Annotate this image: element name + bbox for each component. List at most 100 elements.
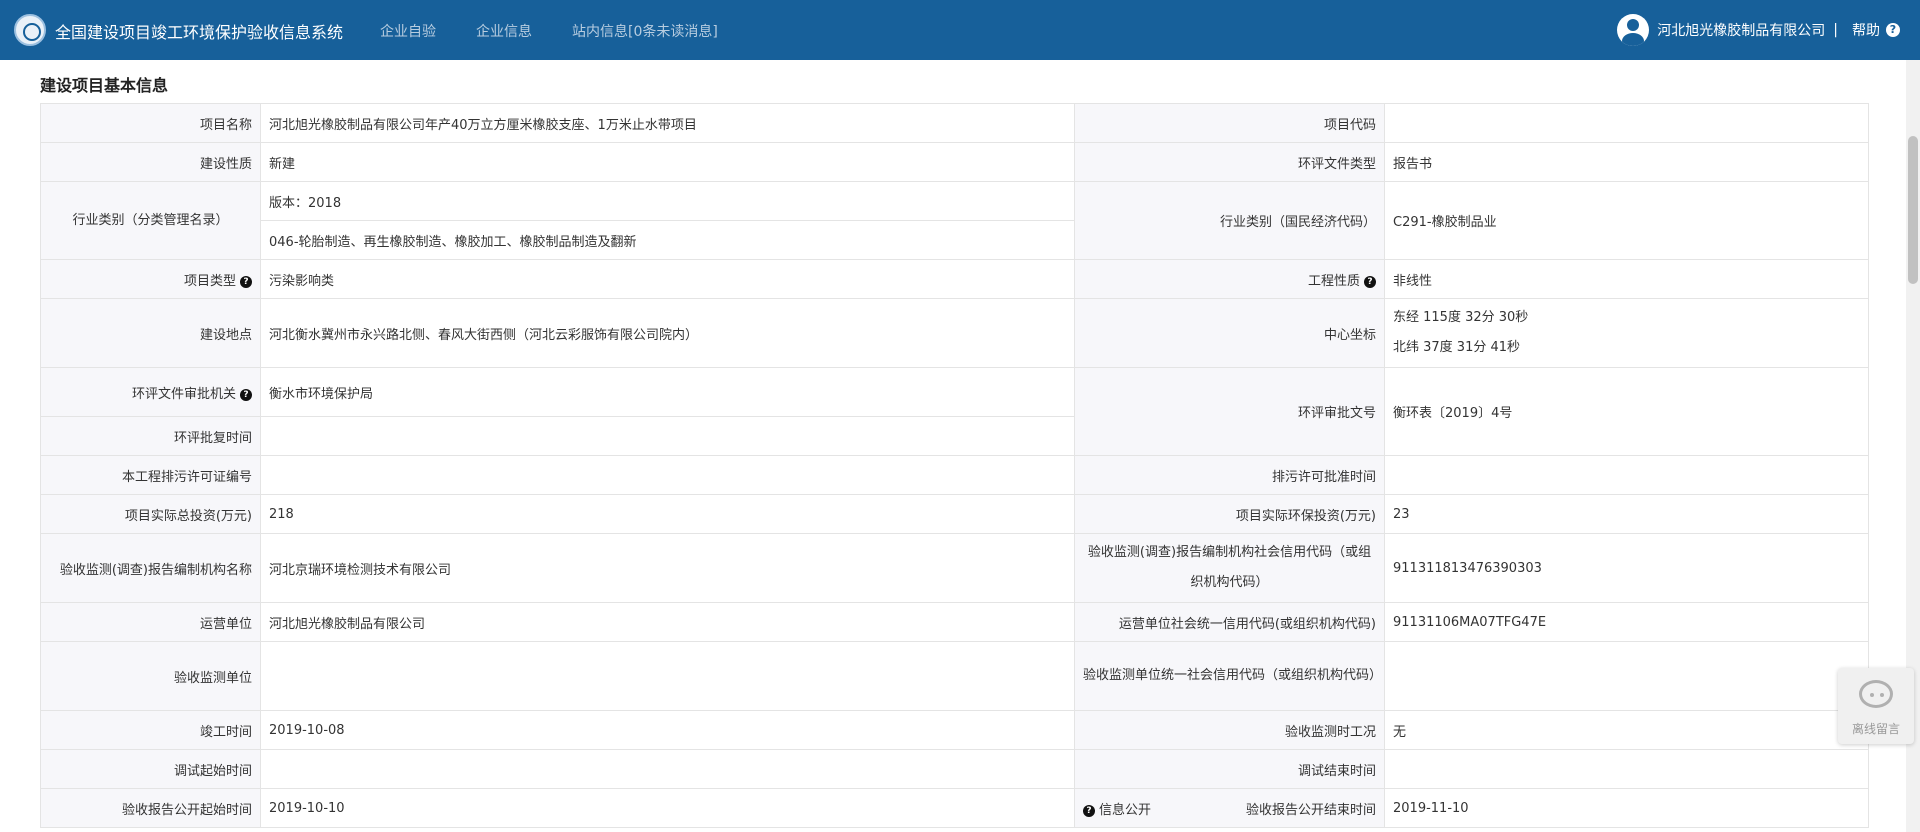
avatar-icon[interactable]: [1617, 14, 1650, 46]
label-operator-code: 运营单位社会统一信用代码(或组织机构代码): [1074, 602, 1385, 642]
value-industry-mgmt: 046-轮胎制造、再生橡胶制造、橡胶加工、橡胶制品制造及翻新: [260, 220, 1075, 260]
project-info-table: 项目名称 河北旭光橡胶制品有限公司年产40万立方厘米橡胶支座、1万米止水带项目 …: [40, 103, 1869, 828]
table-row: 环评文件审批机关? 衡水市环境保护局 环评审批文号 衡环表〔2019〕4号: [40, 367, 1869, 456]
value-center-coord: 东经 115度 32分 30秒 北纬 37度 31分 41秒: [1384, 298, 1869, 368]
help-icon[interactable]: ?: [240, 275, 252, 288]
label-total-invest: 项目实际总投资(万元): [40, 494, 261, 534]
table-row: 项目名称 河北旭光橡胶制品有限公司年产40万立方厘米橡胶支座、1万米止水带项目 …: [40, 103, 1869, 143]
value-construction-nature: 新建: [260, 142, 1075, 182]
label-publish-start: 验收报告公开起始时间: [40, 788, 261, 828]
value-completion-time: 2019-10-08: [260, 710, 1075, 750]
value-debug-start: [260, 749, 1075, 789]
value-latitude: 北纬 37度 31分 41秒: [1393, 340, 1521, 355]
table-row: 竣工时间 2019-10-08 验收监测时工况 无: [40, 710, 1869, 750]
label-monitor-condition: 验收监测时工况: [1074, 710, 1385, 750]
nav-enterprise-self-check[interactable]: 企业自验: [380, 21, 436, 41]
value-eia-approval-org: 衡水市环境保护局: [260, 367, 1075, 417]
value-eia-approval-no: 衡环表〔2019〕4号: [1384, 367, 1869, 456]
offline-message-button[interactable]: 离线留言: [1838, 668, 1914, 744]
value-debug-end: [1384, 749, 1869, 789]
label-completion-time: 竣工时间: [40, 710, 261, 750]
label-env-invest: 项目实际环保投资(万元): [1074, 494, 1385, 534]
value-env-invest: 23: [1384, 494, 1869, 534]
label-eia-doc-type: 环评文件类型: [1074, 142, 1385, 182]
table-row: 本工程排污许可证编号 排污许可批准时间: [40, 455, 1869, 495]
label-engineering-nature: 工程性质: [1307, 273, 1360, 289]
label-debug-end: 调试结束时间: [1074, 749, 1385, 789]
header-separator: |: [1833, 22, 1838, 38]
table-row: 调试起始时间 调试结束时间: [40, 749, 1869, 789]
scrollbar-thumb[interactable]: [1908, 136, 1918, 284]
value-publish-start: 2019-10-10: [260, 788, 1075, 828]
value-industry-econ: C291-橡胶制品业: [1384, 181, 1869, 260]
label-info-public: 信息公开: [1099, 802, 1152, 818]
help-icon[interactable]: ?: [1364, 275, 1376, 288]
value-publish-end: 2019-11-10: [1384, 788, 1869, 828]
table-row: 验收监测(调查)报告编制机构名称 河北京瑞环境检测技术有限公司 验收监测(调查)…: [40, 533, 1869, 603]
table-row: 行业类别（分类管理名录） 版本：2018 行业类别（国民经济代码） C291-橡…: [40, 181, 1869, 260]
table-row: 运营单位 河北旭光橡胶制品有限公司 运营单位社会统一信用代码(或组织机构代码) …: [40, 602, 1869, 642]
label-project-type: 项目类型: [183, 273, 236, 289]
label-monitor-org: 验收监测单位: [40, 641, 261, 711]
value-monitor-org-code: [1384, 641, 1869, 711]
nav-site-messages[interactable]: 站内信息[0条未读消息]: [572, 21, 718, 41]
offline-message-label: 离线留言: [1851, 722, 1900, 736]
help-icon[interactable]: ?: [240, 388, 252, 401]
user-area: 河北旭光橡胶制品有限公司 | 帮助 ?: [1617, 14, 1900, 46]
value-eia-reply-time: [260, 416, 1075, 456]
help-icon[interactable]: ?: [1886, 23, 1900, 37]
user-name[interactable]: 河北旭光橡胶制品有限公司: [1657, 20, 1825, 40]
table-row: 建设性质 新建 环评文件类型 报告书: [40, 142, 1869, 182]
label-permit-no: 本工程排污许可证编号: [40, 455, 261, 495]
label-monitor-org-code: 验收监测单位统一社会信用代码（或组织机构代码）: [1074, 641, 1385, 711]
label-eia-approval-org: 环评文件审批机关: [131, 386, 236, 402]
table-row: 项目类型? 污染影响类 工程性质? 非线性: [40, 259, 1869, 299]
label-publish-end-cell: ? 信息公开 验收报告公开结束时间: [1074, 788, 1385, 828]
label-location: 建设地点: [40, 298, 261, 368]
label-permit-time: 排污许可批准时间: [1074, 455, 1385, 495]
top-header: 全国建设项目竣工环境保护验收信息系统 企业自验 企业信息 站内信息[0条未读消息…: [0, 0, 1920, 60]
label-publish-end: 验收报告公开结束时间: [1245, 802, 1376, 818]
system-logo-icon: [14, 14, 46, 46]
help-icon[interactable]: ?: [1083, 804, 1095, 817]
label-project-code: 项目代码: [1074, 103, 1385, 143]
value-engineering-nature: 非线性: [1384, 259, 1869, 299]
label-engineering-nature-cell: 工程性质?: [1074, 259, 1385, 299]
table-row: 项目实际总投资(万元) 218 项目实际环保投资(万元) 23: [40, 494, 1869, 534]
info-public-group: ? 信息公开: [1083, 799, 1151, 818]
section-title: 建设项目基本信息: [40, 76, 169, 95]
chat-bubble-icon: [1859, 680, 1893, 708]
value-project-type: 污染影响类: [260, 259, 1075, 299]
label-project-name: 项目名称: [40, 103, 261, 143]
label-center-coord: 中心坐标: [1074, 298, 1385, 368]
label-operator: 运营单位: [40, 602, 261, 642]
app-title: 全国建设项目竣工环境保护验收信息系统: [55, 23, 344, 42]
label-eia-approval-no: 环评审批文号: [1074, 367, 1385, 456]
value-report-org-code: 911311813476390303: [1384, 533, 1869, 603]
value-project-code: [1384, 103, 1869, 143]
value-location: 河北衡水冀州市永兴路北侧、春风大街西侧（河北云彩服饰有限公司院内）: [260, 298, 1075, 368]
value-eia-doc-type: 报告书: [1384, 142, 1869, 182]
table-row: 验收监测单位 验收监测单位统一社会信用代码（或组织机构代码）: [40, 641, 1869, 711]
value-industry-version: 版本：2018: [260, 181, 1075, 221]
label-industry-mgmt: 行业类别（分类管理名录）: [40, 181, 261, 260]
value-permit-no: [260, 455, 1075, 495]
table-row: 建设地点 河北衡水冀州市永兴路北侧、春风大街西侧（河北云彩服饰有限公司院内） 中…: [40, 298, 1869, 368]
label-debug-start: 调试起始时间: [40, 749, 261, 789]
value-operator-code: 91131106MA07TFG47E: [1384, 602, 1869, 642]
value-monitor-org: [260, 641, 1075, 711]
table-row: 验收报告公开起始时间 2019-10-10 ? 信息公开 验收报告公开结束时间 2…: [40, 788, 1869, 828]
nav-enterprise-info[interactable]: 企业信息: [476, 21, 532, 41]
value-total-invest: 218: [260, 494, 1075, 534]
value-project-name: 河北旭光橡胶制品有限公司年产40万立方厘米橡胶支座、1万米止水带项目: [260, 103, 1075, 143]
label-report-org-code: 验收监测(调查)报告编制机构社会信用代码（或组织机构代码）: [1074, 533, 1385, 603]
label-industry-econ: 行业类别（国民经济代码）: [1074, 181, 1385, 260]
label-construction-nature: 建设性质: [40, 142, 261, 182]
label-eia-approval-org-cell: 环评文件审批机关?: [40, 367, 261, 417]
value-monitor-condition: 无: [1384, 710, 1869, 750]
value-permit-time: [1384, 455, 1869, 495]
label-report-org: 验收监测(调查)报告编制机构名称: [40, 533, 261, 603]
label-eia-reply-time: 环评批复时间: [40, 416, 261, 456]
help-link[interactable]: 帮助: [1852, 20, 1880, 40]
label-project-type-cell: 项目类型?: [40, 259, 261, 299]
